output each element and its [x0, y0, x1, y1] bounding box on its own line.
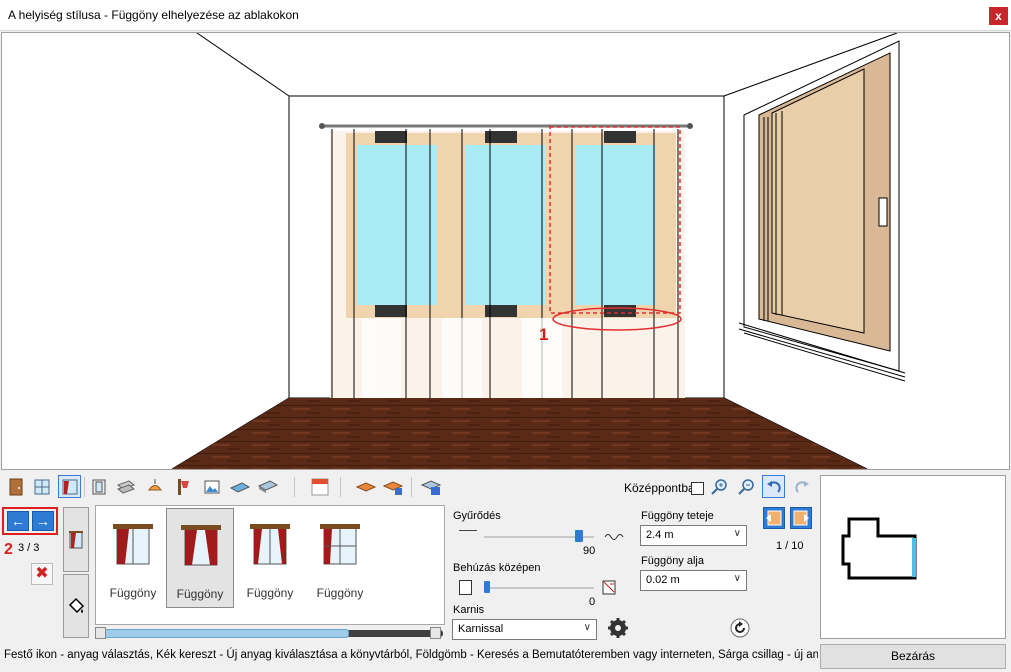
- chevron-down-icon: ∨: [583, 622, 591, 633]
- zoom-out-icon[interactable]: [734, 475, 757, 498]
- center-label: Középpontba: [624, 481, 695, 495]
- undo-icon[interactable]: [762, 475, 785, 498]
- behuzas-min-icon: [459, 580, 472, 595]
- chevron-down-icon: ∨: [733, 573, 741, 584]
- lamp-icon[interactable]: [143, 475, 166, 498]
- floor-plan-drawing: [841, 517, 917, 580]
- catalog-scrollbar[interactable]: [95, 627, 443, 639]
- window-close-button[interactable]: x: [989, 7, 1008, 25]
- picture-icon[interactable]: [200, 475, 223, 498]
- sofa-icon[interactable]: [354, 475, 377, 498]
- curtain-type-button[interactable]: [63, 507, 89, 572]
- behuzas-slider-thumb[interactable]: [484, 581, 490, 593]
- chevron-down-icon: ∨: [733, 528, 741, 539]
- curtain-thumbnail-icon: [113, 524, 153, 565]
- window-title: A helyiség stílusa - Függöny elhelyezése…: [8, 8, 299, 22]
- side-window: [738, 40, 906, 382]
- curtain-icon: [69, 530, 83, 548]
- catalog-item[interactable]: Függöny: [236, 508, 304, 608]
- teteje-label: Függöny teteje: [641, 510, 714, 522]
- zoom-in-icon[interactable]: [707, 475, 730, 498]
- catalog-item-label: Függöny: [176, 587, 224, 601]
- teteje-select-value: 2.4 m: [646, 529, 674, 541]
- behuzas-value: 0: [589, 596, 596, 608]
- gyurodes-slider-thumb[interactable]: [575, 530, 583, 542]
- alja-label: Függöny alja: [641, 555, 704, 567]
- door-icon[interactable]: [4, 475, 27, 498]
- next-arrow-button[interactable]: →: [32, 511, 54, 531]
- wall-lamp-icon[interactable]: [171, 475, 194, 498]
- previous-arrow-button[interactable]: ←: [7, 511, 29, 531]
- catalog-item-selected[interactable]: Függöny: [166, 508, 234, 608]
- refresh-icon[interactable]: [728, 616, 752, 640]
- room-render: 1: [171, 33, 906, 469]
- annotation-2: 2: [4, 541, 13, 558]
- floor-plan-preview[interactable]: [820, 475, 1006, 639]
- behuzas-label: Behúzás középen: [453, 562, 541, 574]
- delete-curtain-button[interactable]: ✖: [31, 563, 53, 585]
- gyurodes-value: 90: [583, 545, 596, 557]
- previous-window-button[interactable]: [763, 507, 785, 529]
- toolbar-separator: [294, 477, 295, 497]
- window-next-icon: [793, 510, 809, 526]
- catalog-item-label: Függöny: [109, 586, 157, 600]
- curtains: [319, 123, 693, 398]
- paint-material-button[interactable]: [63, 574, 89, 638]
- wave-icon: [604, 534, 624, 540]
- catalog-item-label: Függöny: [246, 586, 294, 600]
- curtain-catalog: Függöny Függöny Függöny Függöny: [95, 505, 445, 625]
- awning-icon[interactable]: [308, 475, 331, 498]
- alja-select-value: 0.02 m: [646, 574, 680, 586]
- karnis-label: Karnis: [453, 604, 485, 616]
- karnis-select-value: Karnissal: [458, 623, 504, 635]
- ceiling-icon[interactable]: [256, 475, 279, 498]
- karnis-select[interactable]: Karnissal ∨: [452, 619, 597, 640]
- catalog-item[interactable]: Függöny: [306, 508, 374, 608]
- gyurodes-label: Gyűrődés: [453, 510, 501, 522]
- paint-bucket-icon: [68, 597, 85, 614]
- toolbar-separator: [411, 477, 412, 497]
- curtain-thumbnail-icon: [181, 525, 221, 566]
- center-checkbox[interactable]: [691, 482, 704, 495]
- redo-icon[interactable]: [790, 475, 813, 498]
- behuzas-max-icon: [602, 580, 616, 595]
- panel-icon[interactable]: [87, 475, 110, 498]
- toolbar-separator: [340, 477, 341, 497]
- flat-icon: [459, 530, 477, 531]
- title-bar: A helyiség stílusa - Függöny elhelyezése…: [0, 0, 1011, 31]
- close-button[interactable]: Bezárás: [820, 644, 1006, 669]
- window-page-counter: 1 / 10: [776, 540, 804, 552]
- room-settings-icon[interactable]: [419, 475, 442, 498]
- scrollbar-thumb[interactable]: [97, 629, 349, 638]
- catalog-item[interactable]: Függöny: [99, 508, 167, 608]
- annotation-1: 1: [539, 325, 548, 344]
- next-window-button[interactable]: [790, 507, 812, 529]
- floor-icon[interactable]: [228, 475, 251, 498]
- kitchen-icon[interactable]: [381, 475, 404, 498]
- alja-select[interactable]: 0.02 m ∨: [640, 570, 747, 591]
- scrollbar-right-end[interactable]: [430, 627, 441, 639]
- window-prev-icon: [766, 510, 782, 526]
- curtain-thumbnail-icon: [320, 524, 360, 565]
- room-3d-viewport[interactable]: 1: [1, 32, 1010, 470]
- blind-icon[interactable]: [114, 475, 137, 498]
- curtain-icon[interactable]: [58, 475, 81, 498]
- toolbar-separator: [84, 477, 85, 497]
- teteje-select[interactable]: 2.4 m ∨: [640, 525, 747, 546]
- curtain-navigator: ← →: [2, 507, 58, 535]
- floor: [172, 398, 867, 469]
- status-bar: Festő ikon - anyag választás, Kék keresz…: [4, 649, 818, 661]
- gear-icon[interactable]: [606, 616, 630, 640]
- catalog-item-label: Függöny: [316, 586, 364, 600]
- behuzas-slider-track[interactable]: [484, 587, 594, 589]
- curtain-counter: 3 / 3: [18, 542, 40, 554]
- window-icon[interactable]: [30, 475, 53, 498]
- curtain-thumbnail-icon: [250, 524, 290, 565]
- scrollbar-left-end[interactable]: [95, 627, 106, 639]
